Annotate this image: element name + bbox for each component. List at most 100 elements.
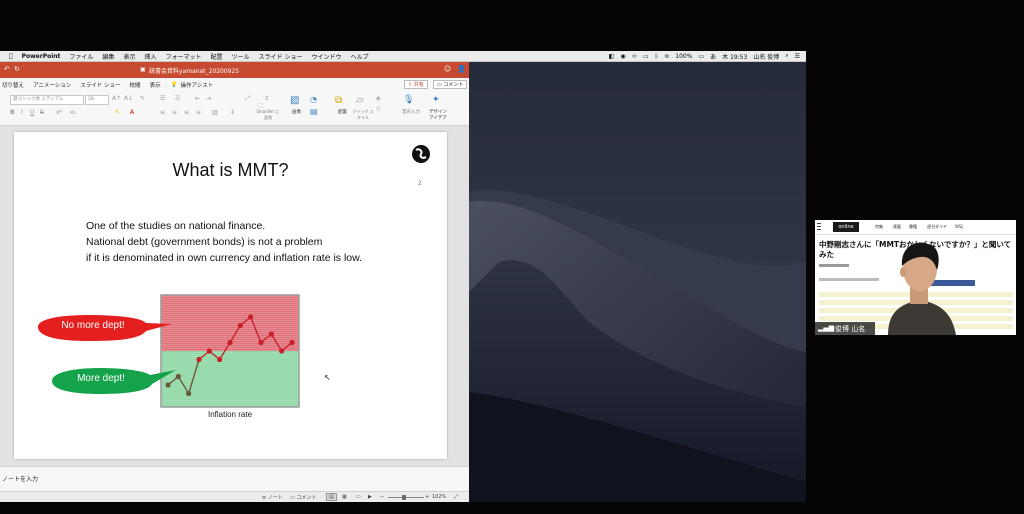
superscript-icon[interactable]: x²: [56, 109, 62, 116]
picture-icon[interactable]: ▨: [290, 95, 299, 106]
quick-styles-label[interactable]: クイック スタイル: [352, 109, 374, 121]
input-method-icon[interactable]: あ: [710, 52, 716, 61]
increase-font-icon[interactable]: A↑: [112, 95, 121, 102]
align-center-icon[interactable]: ≡: [172, 109, 177, 116]
menu-edit[interactable]: 編集: [102, 52, 114, 61]
tab-view[interactable]: 表示: [150, 81, 161, 89]
font-color-icon[interactable]: A: [130, 109, 134, 116]
menu-arrange[interactable]: 配置: [211, 52, 223, 61]
menu-slideshow[interactable]: スライド ショー: [259, 52, 303, 61]
arrange-icon[interactable]: ⧉: [335, 95, 342, 106]
zoom-slider[interactable]: [388, 497, 424, 498]
notes-toggle[interactable]: ≡ ノート: [262, 494, 283, 501]
bubble-more-debt-text[interactable]: More dept!: [52, 373, 150, 384]
tab-review[interactable]: 校閲: [130, 81, 141, 89]
comments-button[interactable]: ▭ コメント: [433, 80, 468, 89]
tab-transitions[interactable]: 切り替え: [2, 81, 24, 89]
account-icon[interactable]: 👤: [457, 65, 466, 73]
apple-icon[interactable]: : [9, 53, 13, 60]
menu-list-icon[interactable]: ☰: [795, 53, 800, 60]
designer-icon[interactable]: ✦: [432, 95, 440, 105]
smartart-icon[interactable]: ⬚: [258, 102, 264, 109]
font-name-select[interactable]: 游ゴシック体 ミディアム: [10, 95, 84, 105]
tab-slideshow[interactable]: スライド ショー: [80, 81, 120, 89]
columns-icon[interactable]: ▥: [212, 109, 218, 116]
tell-me-box[interactable]: 操作アシスト: [180, 81, 213, 89]
video-call-tile[interactable]: online 特集 連載 書籍 週刊ダイヤ WSJ 中野剛志さんに「MMTおかし…: [815, 220, 1016, 335]
zoom-in-icon[interactable]: +: [425, 494, 429, 500]
line-spacing-icon[interactable]: ↕: [230, 109, 235, 116]
bubble-no-more-debt-text[interactable]: No more dept!: [38, 320, 148, 331]
slide-canvas[interactable]: What is MMT? 2 One of the studies on nat…: [14, 132, 447, 459]
chart-caption[interactable]: Inflation rate: [160, 410, 300, 419]
justify-icon[interactable]: ≡: [196, 109, 201, 116]
underline-icon[interactable]: U: [30, 109, 34, 116]
quick-styles-icon[interactable]: ▱: [356, 95, 364, 106]
strikethrough-icon[interactable]: S: [40, 109, 44, 116]
shape-fill-icon[interactable]: ◈: [376, 95, 381, 102]
menu-insert[interactable]: 挿入: [144, 52, 156, 61]
slideshow-view-icon[interactable]: ▶: [368, 494, 372, 500]
screen-icon[interactable]: ▭: [643, 53, 649, 60]
subscript-icon[interactable]: x₂: [70, 109, 76, 116]
comments-toggle[interactable]: ▭ コメント: [290, 494, 316, 501]
share-status-icon[interactable]: ♾: [632, 53, 637, 60]
menu-clock[interactable]: 木 19:53: [722, 52, 747, 61]
menu-view[interactable]: 表示: [123, 52, 135, 61]
body-line-2[interactable]: National debt (government bonds) is not …: [86, 236, 322, 248]
bluetooth-icon[interactable]: ᛒ: [655, 53, 659, 60]
body-line-3[interactable]: if it is denominated in own currency and…: [86, 252, 362, 264]
picture-label[interactable]: 画像: [292, 109, 301, 115]
indent-icon[interactable]: ⇤: [195, 95, 200, 102]
menu-window[interactable]: ウインドウ: [311, 52, 341, 61]
notes-placeholder[interactable]: ノートを入力: [2, 474, 38, 483]
slide-sorter-icon[interactable]: ▦: [342, 494, 347, 500]
text-direction-icon[interactable]: ⤢: [245, 95, 250, 103]
zoom-slider-thumb[interactable]: [402, 495, 406, 500]
notes-pane[interactable]: ノートを入力: [0, 466, 469, 492]
outdent-icon[interactable]: ⇥: [206, 95, 211, 102]
menu-format[interactable]: フォーマット: [165, 52, 201, 61]
menu-app-name[interactable]: PowerPoint: [22, 53, 61, 60]
shapes-icon[interactable]: ◔: [310, 95, 317, 104]
microphone-icon[interactable]: 🎙: [403, 95, 414, 105]
normal-view-icon[interactable]: ▤: [326, 493, 337, 501]
battery-icon[interactable]: ▭: [698, 53, 704, 60]
textbox-icon[interactable]: ▤: [310, 107, 318, 116]
redo-icon[interactable]: ↻: [14, 65, 20, 73]
dictate-label[interactable]: 音声入力: [402, 109, 420, 115]
record-icon[interactable]: ◉: [620, 53, 625, 60]
menu-tools[interactable]: ツール: [232, 52, 250, 61]
slide-title[interactable]: What is MMT?: [14, 160, 447, 181]
arrange-label[interactable]: 配置: [338, 109, 347, 115]
search-icon[interactable]: ⌕: [785, 52, 788, 60]
zoom-level[interactable]: 102%: [432, 494, 446, 500]
italic-icon[interactable]: I: [21, 109, 23, 116]
menu-user[interactable]: 山名 俊博: [753, 52, 779, 61]
font-size-select[interactable]: 28: [85, 95, 109, 105]
align-right-icon[interactable]: ≡: [184, 109, 189, 116]
share-button[interactable]: ⇪ 共有: [404, 80, 428, 89]
align-left-icon[interactable]: ≡: [160, 109, 165, 116]
smartart-label[interactable]: SmartArt に変換: [256, 109, 280, 121]
fit-slide-icon[interactable]: ⤢: [454, 494, 458, 500]
undo-icon[interactable]: ↶: [4, 65, 10, 73]
zoom-out-icon[interactable]: −: [380, 494, 384, 500]
clear-format-icon[interactable]: ✎: [140, 95, 145, 102]
numbering-icon[interactable]: ☷: [175, 95, 180, 102]
reading-view-icon[interactable]: ▭: [356, 494, 361, 500]
designer-label[interactable]: デザイン アイデア: [427, 109, 449, 121]
status-icon[interactable]: ◧: [609, 53, 615, 60]
smiley-icon[interactable]: ☺: [444, 65, 451, 73]
bullets-icon[interactable]: ☰: [160, 95, 165, 102]
shape-outline-icon[interactable]: ◇: [376, 105, 381, 112]
decrease-font-icon[interactable]: A↓: [124, 95, 133, 102]
wifi-icon[interactable]: ≋: [664, 53, 669, 60]
bold-icon[interactable]: B: [10, 109, 15, 116]
body-line-1[interactable]: One of the studies on national finance.: [86, 220, 265, 232]
inflation-chart[interactable]: [160, 294, 300, 408]
tab-animations[interactable]: アニメーション: [33, 81, 71, 89]
highlight-icon[interactable]: ✎: [115, 109, 120, 116]
menu-help[interactable]: ヘルプ: [350, 52, 368, 61]
menu-file[interactable]: ファイル: [69, 52, 93, 61]
